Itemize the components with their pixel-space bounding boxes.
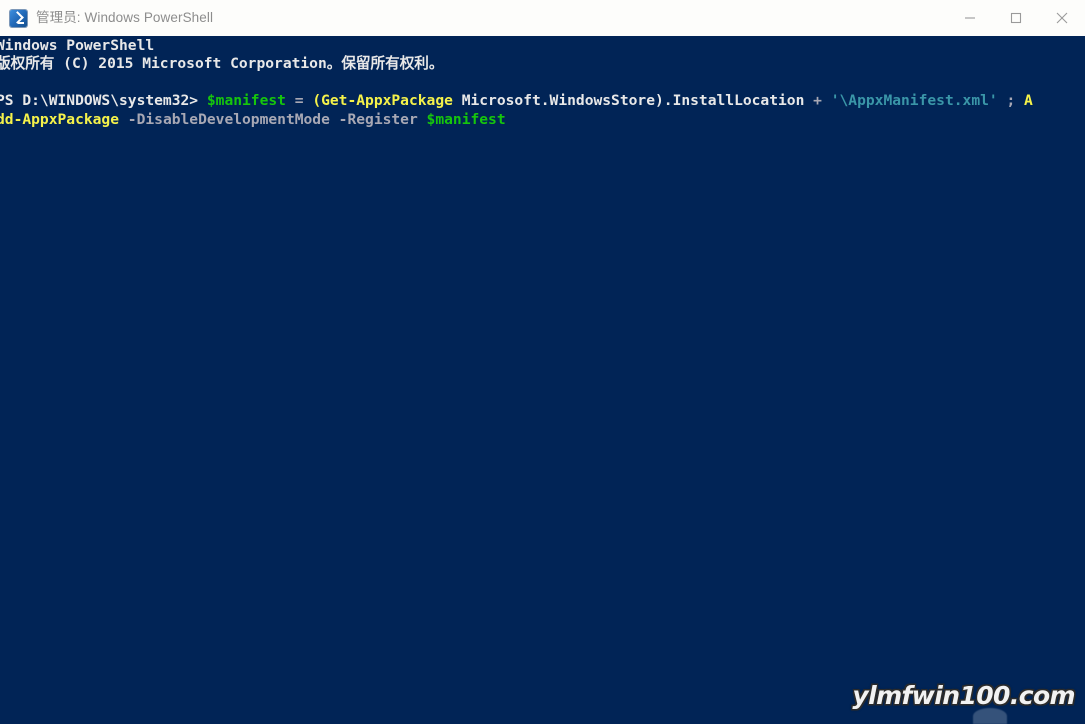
console-line: PS D:\WINDOWS\system32> $manifest = (Get… bbox=[0, 92, 1085, 110]
console-span: (Get-AppxPackage bbox=[312, 92, 453, 110]
powershell-icon bbox=[10, 9, 27, 27]
site-watermark: ylmfwin100.com bbox=[852, 681, 1075, 710]
console-line: 版权所有 (C) 2015 Microsoft Corporation。保留所有… bbox=[0, 55, 1085, 73]
console-span: = bbox=[285, 92, 313, 110]
close-button[interactable] bbox=[1039, 0, 1085, 36]
close-icon bbox=[1056, 12, 1068, 24]
powershell-window: 管理员: Windows PowerShell Windows PowerShe… bbox=[0, 0, 1085, 724]
title-bar[interactable]: 管理员: Windows PowerShell bbox=[0, 0, 1085, 36]
maximize-button[interactable] bbox=[993, 0, 1039, 36]
console-span: Microsoft.WindowsStore) bbox=[452, 92, 664, 110]
console-line: dd-AppxPackage -DisableDevelopmentMode -… bbox=[0, 111, 1085, 129]
console-span: .InstallLocation bbox=[663, 92, 805, 110]
console-span: ; bbox=[997, 92, 1025, 110]
console-span: dd-AppxPackage bbox=[0, 110, 120, 128]
console-span: 版权所有 (C) 2015 Microsoft Corporation。保留所有… bbox=[0, 55, 444, 73]
console-span: A bbox=[1024, 92, 1033, 110]
console-span: '\AppxManifest.xml' bbox=[830, 92, 998, 110]
console-span: $manifest bbox=[206, 92, 286, 110]
minimize-icon bbox=[965, 17, 975, 19]
console-span: PS D:\WINDOWS\system32> bbox=[0, 92, 207, 110]
console-line: Windows PowerShell bbox=[0, 37, 1085, 55]
console-span: + bbox=[804, 92, 831, 110]
watermark-blob-icon bbox=[973, 708, 1007, 724]
prompt-underscore-icon bbox=[18, 21, 24, 24]
console-output: Windows PowerShell 版权所有 (C) 2015 Microsof… bbox=[0, 37, 1085, 129]
window-title: 管理员: Windows PowerShell bbox=[36, 10, 214, 26]
console-span: -DisableDevelopmentMode -Register bbox=[119, 110, 427, 128]
terminal-surface[interactable]: Windows PowerShell 版权所有 (C) 2015 Microsof… bbox=[0, 36, 1085, 724]
title-bar-left: 管理员: Windows PowerShell bbox=[0, 9, 214, 27]
console-span: Windows PowerShell bbox=[0, 37, 155, 54]
maximize-icon bbox=[1010, 12, 1022, 24]
window-controls bbox=[947, 0, 1085, 36]
console-span: $manifest bbox=[426, 110, 506, 128]
minimize-button[interactable] bbox=[947, 0, 993, 36]
